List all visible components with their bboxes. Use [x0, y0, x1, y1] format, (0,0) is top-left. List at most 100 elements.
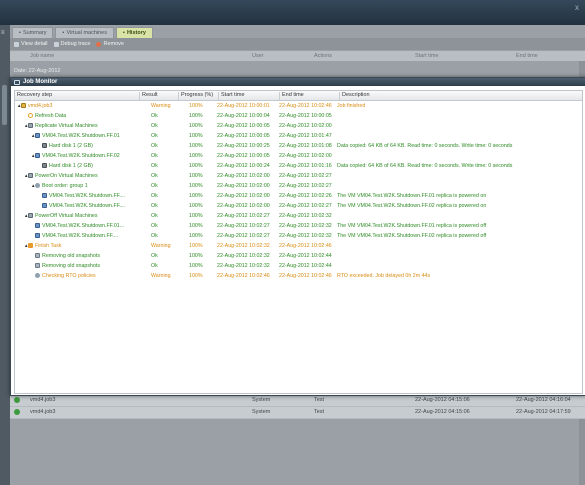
step-name: Hard disk 1 (2 GB): [49, 163, 93, 169]
refresh-icon: [28, 113, 33, 118]
job-user: System: [252, 409, 271, 415]
success-icon: [14, 409, 20, 415]
table-row[interactable]: vmd4.job3 System Test 22-Aug-2012 04:15:…: [10, 395, 585, 407]
remove-button[interactable]: Remove: [96, 41, 124, 47]
step-start-time: 22-Aug-2012 10:02:46: [217, 273, 270, 279]
step-row[interactable]: ▲ Replicate Virtual Machines Ok 100% 22-Aug-…: [15, 121, 582, 131]
step-end-time: 22-Aug-2012 10:01:47: [279, 133, 332, 139]
step-progress: 100%: [189, 273, 203, 279]
col-end-time[interactable]: End time: [516, 53, 538, 59]
step-rows: ▲ vmd4.job3 Warning 100% 22-Aug-2012 10:00:0…: [15, 101, 582, 281]
col-job-name[interactable]: Job name: [30, 53, 54, 59]
step-progress: 100%: [189, 263, 203, 269]
step-row[interactable]: ▲ Boot order: group 1 Ok 100% 22-Aug-2012 10…: [15, 181, 582, 191]
col-actions[interactable]: Actions: [314, 53, 332, 59]
col-progress[interactable]: Progress (%): [178, 92, 218, 100]
step-start-time: 22-Aug-2012 10:02:00: [217, 193, 270, 199]
step-result: Ok: [151, 203, 158, 209]
monitor-icon: [14, 41, 19, 47]
step-start-time: 22-Aug-2012 10:00:24: [217, 163, 270, 169]
step-start-time: 22-Aug-2012 10:02:27: [217, 233, 270, 239]
sidebar-scrollbar[interactable]: [2, 85, 7, 125]
step-row[interactable]: Removing old snapshots Ok 100% 22-Aug-2012 …: [15, 261, 582, 271]
vm-icon: [35, 153, 40, 158]
tab-summary[interactable]: ▪ Summary: [12, 27, 54, 38]
step-name: VM04.Test.W2K.Shutdown.FF....: [49, 203, 126, 209]
step-result: Ok: [151, 193, 158, 199]
step-end-time: 22-Aug-2012 10:00:05: [279, 113, 332, 119]
step-result: Ok: [151, 113, 158, 119]
job-name: vmd4.job3: [30, 397, 56, 403]
col-user[interactable]: User: [252, 53, 264, 59]
collapse-icon[interactable]: ≡: [1, 30, 5, 36]
step-name-cell: ▲ Replicate Virtual Machines: [24, 123, 137, 129]
date-group-row[interactable]: Date: 22-Aug-2012: [10, 67, 585, 76]
step-end-time: 22-Aug-2012 10:02:46: [279, 273, 332, 279]
tab-virtual-machines[interactable]: ▪ Virtual machines: [55, 27, 114, 38]
summary-icon: ▪: [19, 30, 21, 36]
flag-icon: [28, 243, 33, 248]
step-result: Ok: [151, 183, 158, 189]
dialog-title-bar[interactable]: Job Monitor: [11, 78, 585, 86]
step-start-time: 22-Aug-2012 10:00:05: [217, 153, 270, 159]
step-end-time: 22-Aug-2012 10:01:08: [279, 143, 332, 149]
vm-icon: [35, 223, 40, 228]
step-row[interactable]: Refresh Data Ok 100% 22-Aug-2012 10:00:04 22…: [15, 111, 582, 121]
step-end-time: 22-Aug-2012 10:02:27: [279, 203, 332, 209]
step-name: Removing old snapshots: [42, 253, 101, 259]
col-start-time[interactable]: Start time: [415, 53, 439, 59]
debug-trace-button[interactable]: Debug trace: [53, 41, 90, 47]
step-progress: 100%: [189, 223, 203, 229]
left-sidebar-strip: ≡: [0, 25, 10, 485]
step-row[interactable]: VM04.Test.W2K.Shutdown.FF.... Ok 100% 22-Au…: [15, 231, 582, 241]
view-detail-button[interactable]: View detail: [14, 41, 48, 47]
disk-icon: [42, 163, 47, 168]
col-result[interactable]: Result: [139, 92, 178, 100]
col-description[interactable]: Description: [339, 92, 582, 100]
col-recovery-step[interactable]: Recovery step: [15, 92, 139, 100]
step-name-cell: Hard disk 1 (2 GB): [38, 163, 137, 169]
tab-label: Virtual machines: [66, 30, 107, 36]
history-icon: ▪: [123, 30, 125, 36]
step-progress: 100%: [189, 233, 203, 239]
step-row[interactable]: ▲ vmd4.job3 Warning 100% 22-Aug-2012 10:00:0…: [15, 101, 582, 111]
step-description: RTO exceeded. Job delayed 0h 2m 44s: [337, 273, 431, 279]
step-row[interactable]: ▲ VM04.Test.W2K.Shutdown.FF.01 Ok 100% 22-Au…: [15, 131, 582, 141]
col-end-time[interactable]: End time: [279, 92, 339, 100]
step-name: vmd4.job3: [28, 103, 53, 109]
step-row[interactable]: Hard disk 1 (2 GB) Ok 100% 22-Aug-2012 10:0…: [15, 141, 582, 151]
vm-icon: ▪: [62, 30, 65, 36]
step-row[interactable]: VM04.Test.W2K.Shutdown.FF.... Ok 100% 22-Au…: [15, 201, 582, 211]
tab-label: History: [126, 30, 146, 36]
col-start-time[interactable]: Start time: [218, 92, 279, 100]
job-end: 22-Aug-2012 04:16:04: [516, 397, 571, 403]
step-progress: 100%: [189, 253, 203, 259]
step-description: Data copied: 64 KB of 64 KB. Read time: …: [337, 143, 513, 149]
step-description: The VM VM04.Test.W2K.Shutdown.FF.01 repl…: [337, 223, 487, 229]
step-row[interactable]: Hard disk 1 (2 GB) Ok 100% 22-Aug-2012 10:0…: [15, 161, 582, 171]
step-name-cell: Hard disk 1 (2 GB): [38, 143, 137, 149]
step-row[interactable]: ▲ PowerOff Virtual Machines Ok 100% 22-Aug-2…: [15, 211, 582, 221]
table-row[interactable]: vmd4.job3 System Test 22-Aug-2012 04:15:…: [10, 407, 585, 419]
step-name-cell: Removing old snapshots: [31, 263, 137, 269]
remove-label: Remove: [103, 41, 124, 47]
step-progress: 100%: [189, 193, 203, 199]
step-row[interactable]: Removing old snapshots Ok 100% 22-Aug-2012 …: [15, 251, 582, 261]
close-icon[interactable]: x: [575, 3, 579, 12]
step-row[interactable]: Checking RTO policies Warning 100% 22-Aug-2…: [15, 271, 582, 281]
step-row[interactable]: ▲ PowerOn Virtual Machines Ok 100% 22-Aug-20…: [15, 171, 582, 181]
step-result: Ok: [151, 253, 158, 259]
step-row[interactable]: VM04.Test.W2K.Shutdown.FF.01... Ok 100% 22-…: [15, 221, 582, 231]
step-name: Checking RTO policies: [42, 273, 96, 279]
step-row[interactable]: ▲ VM04.Test.W2K.Shutdown.FF.02 Ok 100% 22-Au…: [15, 151, 582, 161]
step-end-time: 22-Aug-2012 10:02:46: [279, 243, 332, 249]
step-progress: 100%: [189, 243, 203, 249]
step-row[interactable]: VM04.Test.W2K.Shutdown.FF.... Ok 100% 22-Au…: [15, 191, 582, 201]
step-start-time: 22-Aug-2012 10:02:32: [217, 253, 270, 259]
step-progress: 100%: [189, 163, 203, 169]
tab-history[interactable]: ▪ History: [116, 27, 153, 38]
step-row[interactable]: ▲ Finish Task Warning 100% 22-Aug-2012 10:02…: [15, 241, 582, 251]
step-result: Ok: [151, 213, 158, 219]
gear-icon: [35, 273, 40, 278]
tab-bar: ▪ Summary ▪ Virtual machines ▪ History: [12, 27, 153, 38]
